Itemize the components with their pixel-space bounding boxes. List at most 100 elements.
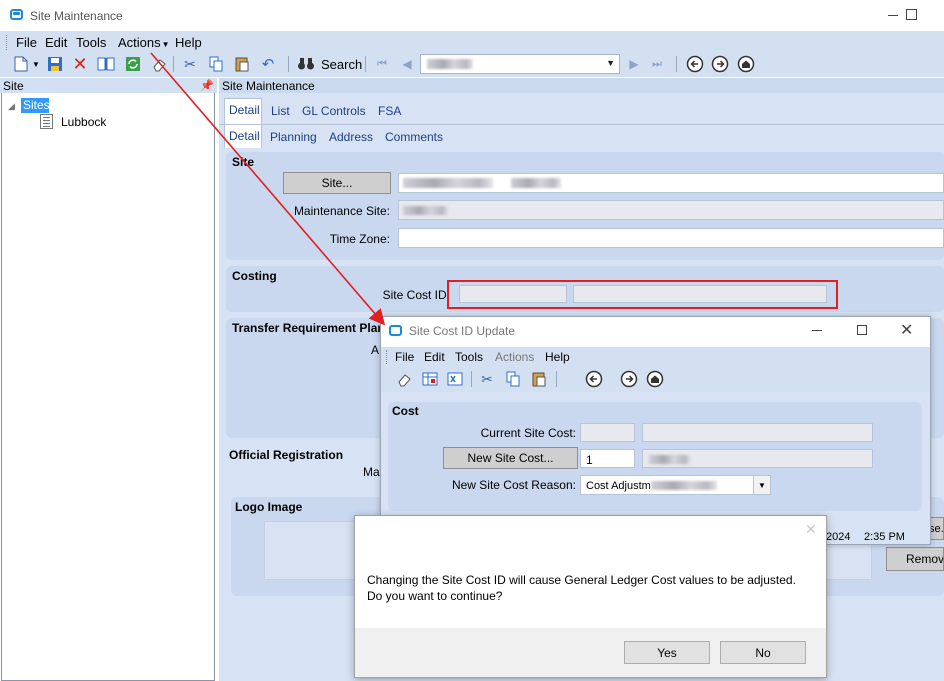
- minimize-button[interactable]: [887, 8, 901, 22]
- subtab-detail[interactable]: Detail: [224, 124, 262, 148]
- dialog-forward-icon[interactable]: [620, 370, 638, 388]
- message-close-icon[interactable]: ✕: [805, 521, 817, 538]
- dialog-toolbar-separator: [556, 371, 557, 387]
- maintenance-site-label: Maintenance Site:: [293, 204, 390, 218]
- dialog-excel-icon[interactable]: [446, 370, 464, 388]
- copy-icon[interactable]: [207, 55, 225, 73]
- cut-icon[interactable]: ✂: [181, 55, 199, 73]
- official-registration-title: Official Registration: [229, 448, 344, 462]
- forward-icon[interactable]: [711, 55, 729, 73]
- undo-icon[interactable]: ↶: [259, 55, 277, 73]
- current-site-cost-description[interactable]: [642, 423, 873, 442]
- new-site-cost-description[interactable]: [642, 449, 873, 468]
- dialog-close-icon[interactable]: ✕: [900, 320, 913, 340]
- subtab-address[interactable]: Address: [329, 130, 373, 144]
- current-site-cost-field[interactable]: [580, 423, 635, 442]
- record-select[interactable]: ▼: [420, 54, 620, 74]
- title-bar: [0, 0, 944, 31]
- left-panel-header: [0, 78, 217, 93]
- dialog-home-icon[interactable]: [646, 370, 664, 388]
- content-header: [219, 78, 944, 93]
- chevron-down-icon[interactable]: ▼: [753, 476, 770, 494]
- save-icon[interactable]: [46, 55, 64, 73]
- binoculars-icon[interactable]: [297, 55, 315, 73]
- record-select-value: [427, 59, 473, 69]
- first-record-icon[interactable]: ⏮: [373, 55, 391, 73]
- new-site-cost-reason-label: New Site Cost Reason:: [451, 478, 576, 492]
- maintenance-site-field[interactable]: [398, 200, 944, 220]
- tab-list[interactable]: List: [271, 104, 290, 118]
- toolbar-separator: [676, 56, 677, 72]
- dialog-eraser-icon[interactable]: [395, 370, 413, 388]
- chevron-down-icon: ▼: [606, 58, 615, 68]
- yes-button[interactable]: Yes: [624, 641, 710, 664]
- transfer-planning-label-fragment: A: [371, 343, 380, 357]
- previous-record-icon[interactable]: ◀: [398, 55, 416, 73]
- maximize-button[interactable]: [906, 9, 917, 20]
- site-cost-id-field[interactable]: [459, 285, 567, 303]
- pin-icon[interactable]: 📌: [200, 79, 214, 92]
- menu-tools[interactable]: Tools: [76, 35, 106, 50]
- collapse-triangle-icon[interactable]: ◢: [8, 101, 15, 112]
- site-node-icon: [40, 114, 53, 129]
- home-icon[interactable]: [737, 55, 755, 73]
- window-title: Site Maintenance: [30, 9, 123, 23]
- book-icon[interactable]: [97, 55, 115, 73]
- dialog-back-icon[interactable]: [585, 370, 603, 388]
- dialog-toolbar-separator: [471, 371, 472, 387]
- refresh-icon[interactable]: [124, 55, 142, 73]
- menu-file[interactable]: File: [16, 35, 37, 50]
- menu-actions-label: Actions: [118, 35, 161, 50]
- paste-icon[interactable]: [233, 55, 251, 73]
- search-button[interactable]: Search: [321, 57, 362, 72]
- site-cost-id-label: Site Cost ID:: [382, 288, 450, 302]
- dialog-menu-edit[interactable]: Edit: [424, 350, 445, 364]
- back-icon[interactable]: [686, 55, 704, 73]
- tab-gl-controls[interactable]: GL Controls: [302, 104, 366, 118]
- dialog-maximize-button[interactable]: [857, 325, 867, 335]
- new-dropdown-icon[interactable]: ▼: [31, 55, 41, 73]
- dialog-copy-icon[interactable]: [504, 370, 522, 388]
- new-site-cost-description-value: [649, 455, 691, 464]
- dialog-cut-icon[interactable]: ✂: [478, 370, 496, 388]
- dialog-menu-help[interactable]: Help: [545, 350, 570, 364]
- toolbar-separator: [173, 56, 174, 72]
- menu-actions[interactable]: Actions▼: [118, 35, 170, 50]
- dialog-paste-icon[interactable]: [530, 370, 548, 388]
- message-line-2: Do you want to continue?: [367, 589, 503, 603]
- tab-fsa[interactable]: FSA: [378, 104, 401, 118]
- date-fragment: 2024: [826, 531, 851, 543]
- menu-edit[interactable]: Edit: [45, 35, 67, 50]
- no-button[interactable]: No: [720, 641, 806, 664]
- subtab-planning[interactable]: Planning: [270, 130, 317, 144]
- dialog-table-icon[interactable]: [421, 370, 439, 388]
- delete-icon[interactable]: ✕: [71, 54, 89, 74]
- dialog-menu-tools[interactable]: Tools: [455, 350, 483, 364]
- dialog-minimize-button[interactable]: [810, 323, 824, 337]
- subtab-comments[interactable]: Comments: [385, 130, 443, 144]
- tab-detail[interactable]: Detail: [224, 98, 262, 124]
- dialog-menu-actions[interactable]: Actions: [495, 350, 534, 364]
- toolbar-separator: [365, 56, 366, 72]
- next-record-icon[interactable]: ▶: [625, 55, 643, 73]
- tree-item-sites[interactable]: Sites: [21, 98, 50, 113]
- logo-image-title: Logo Image: [235, 500, 303, 514]
- new-document-icon[interactable]: [12, 55, 30, 73]
- dialog-menu-grip: [386, 350, 389, 364]
- remove-button[interactable]: Remov: [886, 547, 944, 571]
- tab-divider: [219, 124, 944, 125]
- new-site-cost-field[interactable]: 1: [580, 449, 635, 468]
- dialog-menu-file[interactable]: File: [395, 350, 414, 364]
- tree-item-lubbock[interactable]: Lubbock: [61, 115, 106, 129]
- last-record-icon[interactable]: ⏭: [648, 55, 666, 73]
- new-site-cost-reason-select[interactable]: Cost Adjustm ▼: [580, 475, 771, 495]
- menu-help[interactable]: Help: [175, 35, 202, 50]
- new-site-cost-reason-value-rest: [651, 481, 717, 490]
- site-id-field[interactable]: [398, 173, 944, 193]
- site-lookup-button[interactable]: Site...: [283, 172, 391, 194]
- new-site-cost-reason-value: Cost Adjustm: [586, 480, 651, 492]
- new-site-cost-button[interactable]: New Site Cost...: [443, 447, 578, 469]
- time-zone-field[interactable]: [398, 228, 944, 248]
- site-cost-description-field[interactable]: [573, 285, 827, 303]
- eraser-icon[interactable]: [150, 55, 168, 73]
